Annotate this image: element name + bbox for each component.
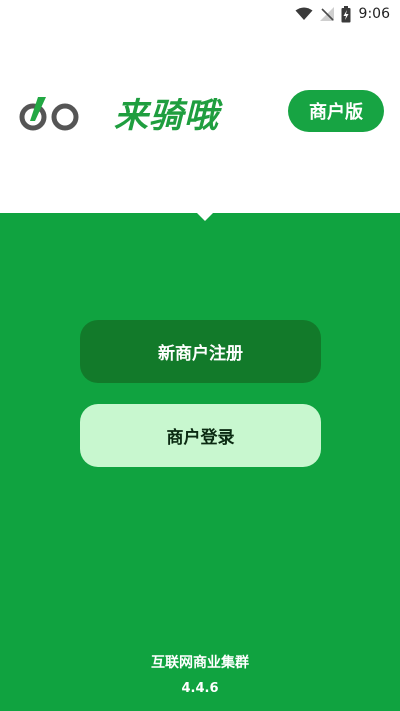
wifi-icon: [295, 7, 313, 20]
login-button[interactable]: 商户登录: [80, 404, 321, 467]
company-name: 互联网商业集群: [151, 655, 249, 671]
status-time: 9:06: [358, 6, 390, 22]
brand-logo-icon: [19, 97, 79, 131]
register-button[interactable]: 新商户注册: [80, 320, 321, 383]
merchant-edition-badge: 商户版: [288, 90, 384, 132]
header-area: 9:06 来骑哦 商户版: [0, 0, 400, 213]
signal-off-icon: [319, 7, 334, 21]
status-icons: 9:06: [295, 4, 390, 24]
app-version: 4.4.6: [181, 681, 219, 696]
brand-name: 来骑哦: [114, 96, 219, 136]
battery-charging-icon: [341, 5, 351, 22]
pointer-notch: [197, 213, 213, 221]
status-bar: 9:06: [0, 0, 400, 28]
